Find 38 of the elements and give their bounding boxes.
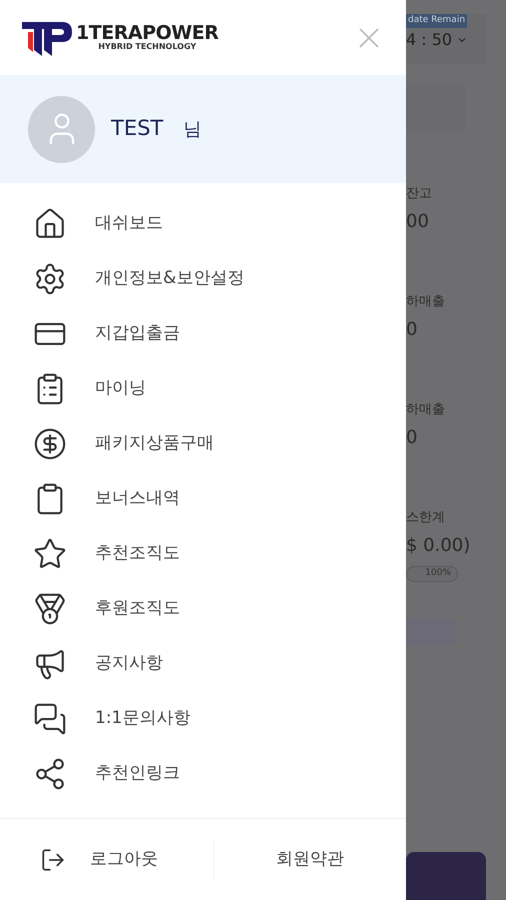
stat-value: 00 — [406, 210, 430, 234]
honorific: 님 — [183, 118, 202, 142]
brand-tagline: HYBRID TECHNOLOGY — [98, 43, 196, 51]
house-icon — [33, 206, 67, 240]
logout-icon — [40, 846, 66, 872]
logo-mark-icon — [22, 20, 72, 56]
action-button[interactable] — [406, 852, 486, 900]
countdown: 4 : 50 — [406, 28, 468, 52]
stat-value: 0 — [406, 318, 418, 342]
medal-icon — [33, 592, 67, 626]
menu-item[interactable]: 후원조직도 — [0, 581, 406, 636]
menu-item[interactable]: 공지사항 — [0, 636, 406, 691]
pill-bar — [406, 618, 458, 646]
dollar-coin-icon — [33, 426, 67, 460]
menu-item[interactable]: 추천조직도 — [0, 526, 406, 581]
stat-value: $ 0.00) — [406, 534, 472, 558]
menu-item[interactable]: 대쉬보드 — [0, 196, 406, 251]
progress-reading: 100% — [425, 567, 451, 580]
logout-button[interactable]: 로그아웃 — [0, 846, 213, 872]
menu-item[interactable]: 지갑입출금 — [0, 306, 406, 361]
menu-item[interactable]: 개인정보&보안설정 — [0, 251, 406, 306]
stat-label: 스한계 — [406, 509, 446, 527]
stat-label: 하매출 — [406, 293, 446, 311]
stat-value: 0 — [406, 426, 418, 450]
user-name: TEST — [111, 115, 164, 142]
menu-item[interactable]: 보너스내역 — [0, 471, 406, 526]
remain-badge: date Remain — [406, 14, 468, 28]
share-nodes-icon — [33, 756, 67, 790]
chat-bubbles-icon — [33, 702, 67, 736]
menu-item[interactable]: 1:1문의사항 — [0, 691, 406, 746]
brand-name: 1TERAPOWER — [76, 24, 218, 43]
menu-item[interactable]: 마이닝 — [0, 361, 406, 416]
stat-label: 잔고 — [406, 185, 433, 203]
stat-label: 하매출 — [406, 401, 446, 419]
menu-item[interactable]: 패키지상품구매 — [0, 416, 406, 471]
terms-link[interactable]: 회원약관 — [214, 846, 406, 872]
star-icon — [33, 536, 67, 570]
menu-item[interactable]: 추천인링크 — [0, 746, 406, 801]
